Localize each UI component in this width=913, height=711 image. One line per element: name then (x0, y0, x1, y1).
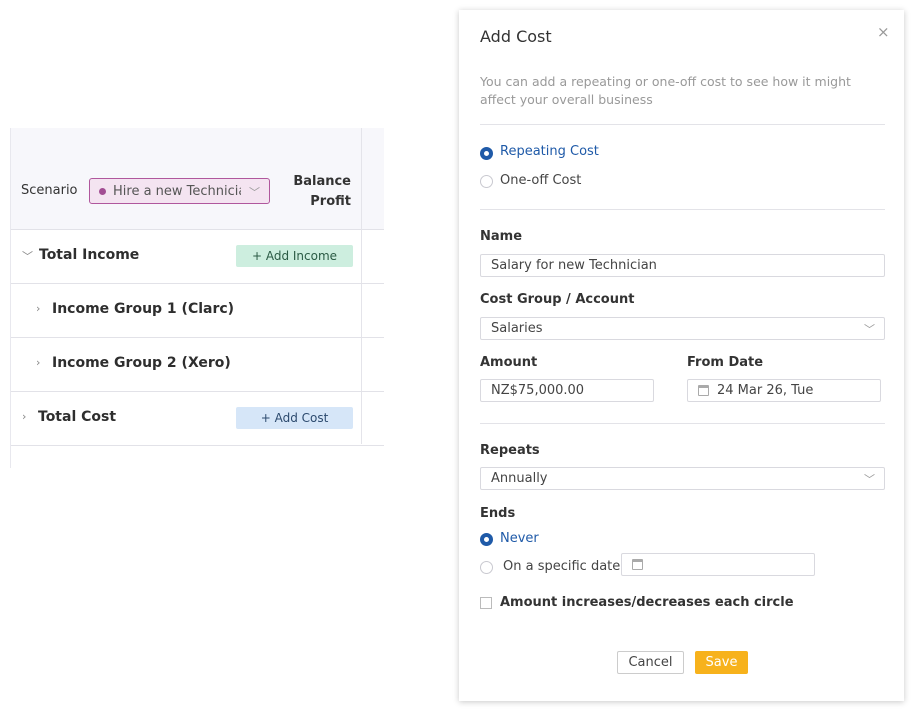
add-cost-button[interactable]: + Add Cost (236, 407, 353, 429)
balance-header-line2: Profit (310, 194, 351, 209)
repeats-select[interactable]: Annually ﹀ (480, 467, 885, 490)
end-date-field[interactable] (621, 553, 815, 576)
amount-field-value: NZ$75,000.00 (491, 383, 585, 398)
close-icon[interactable]: × (877, 23, 890, 41)
radio-ends-never[interactable] (480, 533, 493, 546)
name-field-value: Salary for new Technician (491, 258, 657, 273)
from-date-label: From Date (687, 355, 764, 370)
radio-ends-specific-date-label[interactable]: On a specific date (503, 559, 620, 574)
add-income-button[interactable]: + Add Income (236, 245, 353, 267)
save-button[interactable]: Save (695, 651, 748, 674)
scenario-select[interactable]: Hire a new Technician ﹀ (89, 178, 270, 204)
chevron-down-icon[interactable]: ﹀ (22, 248, 33, 264)
row-label: Total Income (39, 247, 140, 263)
chevron-down-icon: ﹀ (864, 473, 875, 486)
amount-change-checkbox[interactable] (480, 597, 492, 609)
scenario-select-value: Hire a new Technician (113, 183, 241, 199)
radio-ends-never-label[interactable]: Never (500, 531, 539, 546)
dialog-description: You can add a repeating or one-off cost … (480, 74, 851, 107)
radio-one-off-cost[interactable] (480, 175, 493, 188)
chevron-down-icon: ﹀ (864, 323, 875, 336)
calendar-icon (632, 559, 643, 570)
repeats-label: Repeats (480, 443, 540, 458)
chevron-right-icon[interactable]: › (36, 356, 40, 369)
table-header: Scenario Hire a new Technician ﹀ Balance… (11, 128, 384, 230)
scenario-table: Scenario Hire a new Technician ﹀ Balance… (10, 128, 384, 468)
scenario-color-dot (99, 187, 106, 195)
row-income-group-1[interactable]: › Income Group 1 (Clarc) (11, 284, 384, 338)
row-total-income[interactable]: ﹀ Total Income + Add Income (11, 230, 384, 284)
cost-group-label: Cost Group / Account (480, 292, 635, 307)
chevron-right-icon[interactable]: › (22, 410, 26, 423)
divider (480, 423, 885, 424)
cost-group-value: Salaries (491, 321, 543, 336)
divider (480, 209, 885, 210)
chevron-down-icon: ﹀ (249, 186, 260, 199)
name-field[interactable]: Salary for new Technician (480, 254, 885, 277)
from-date-field[interactable]: 24 Mar 26, Tue (687, 379, 881, 402)
add-cost-dialog: Add Cost × You can add a repeating or on… (459, 10, 904, 701)
row-label: Income Group 1 (Clarc) (52, 301, 235, 317)
radio-repeating-cost[interactable] (480, 147, 493, 160)
row-income-group-2[interactable]: › Income Group 2 (Xero) (11, 338, 384, 392)
radio-ends-specific-date[interactable] (480, 561, 493, 574)
calendar-icon (698, 385, 709, 396)
radio-one-off-cost-label[interactable]: One-off Cost (500, 173, 581, 188)
ends-label: Ends (480, 506, 516, 521)
repeats-value: Annually (491, 471, 548, 486)
name-label: Name (480, 229, 523, 244)
row-label: Income Group 2 (Xero) (52, 355, 231, 371)
from-date-value: 24 Mar 26, Tue (717, 383, 814, 398)
amount-label: Amount (480, 355, 538, 370)
radio-repeating-cost-label[interactable]: Repeating Cost (500, 144, 599, 159)
divider (480, 124, 885, 125)
chevron-right-icon[interactable]: › (36, 302, 40, 315)
amount-change-checkbox-label[interactable]: Amount increases/decreases each circle (500, 595, 794, 610)
cost-group-select[interactable]: Salaries ﹀ (480, 317, 885, 340)
cancel-button[interactable]: Cancel (617, 651, 684, 674)
row-label: Total Cost (38, 409, 117, 425)
scenario-label: Scenario (21, 183, 78, 198)
amount-field[interactable]: NZ$75,000.00 (480, 379, 654, 402)
row-total-cost[interactable]: › Total Cost + Add Cost (11, 392, 384, 446)
dialog-title: Add Cost (480, 27, 552, 46)
balance-profit-header: Balance Profit (271, 172, 351, 212)
balance-header-line1: Balance (293, 174, 351, 189)
